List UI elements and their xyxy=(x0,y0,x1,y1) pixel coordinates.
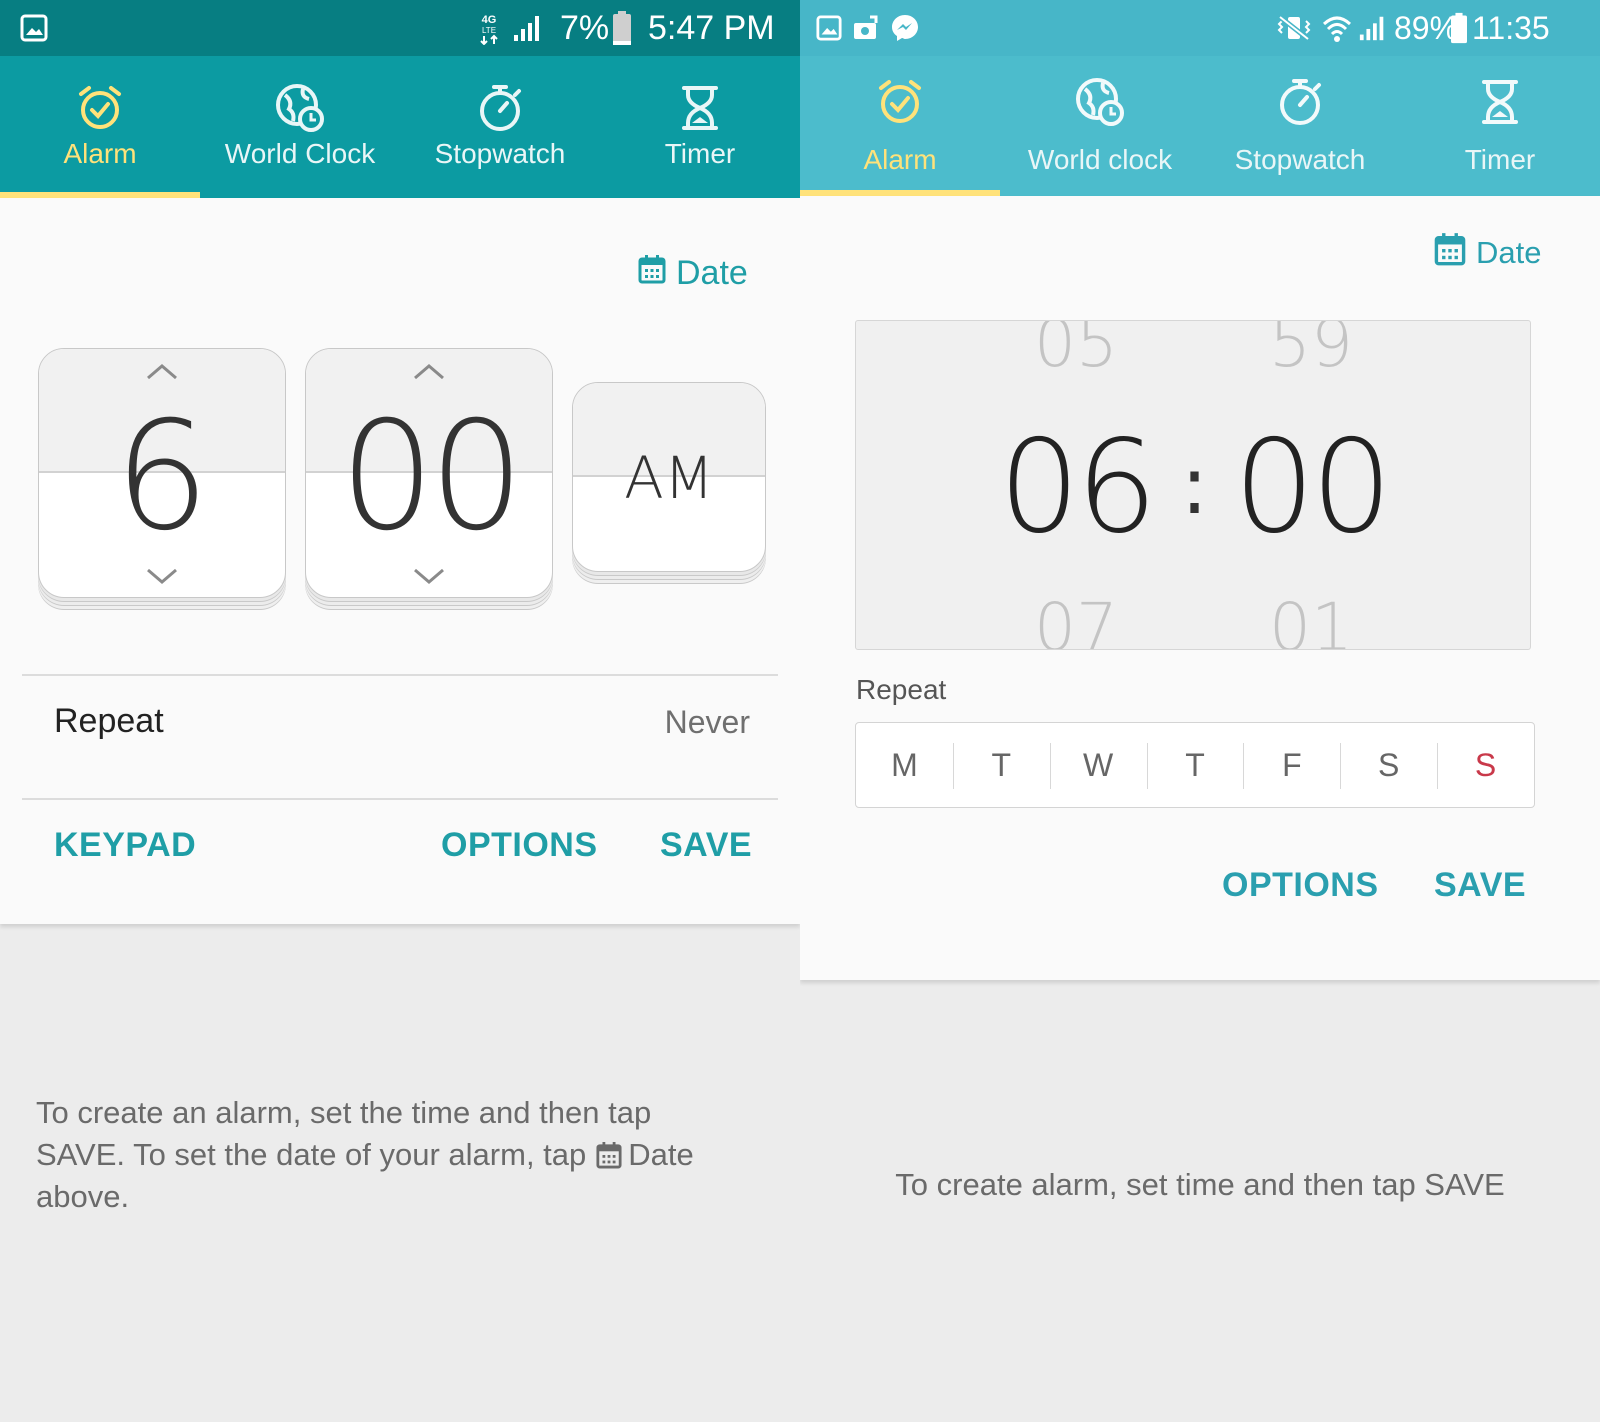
divider xyxy=(22,674,778,676)
wifi-icon xyxy=(1322,0,1352,56)
date-label: Date xyxy=(1476,235,1542,270)
day-friday[interactable]: F xyxy=(1243,723,1340,807)
tab-world-clock[interactable]: World clock xyxy=(1000,56,1200,196)
hour-value[interactable]: 06 xyxy=(986,413,1166,562)
chevron-up-icon[interactable] xyxy=(145,363,179,386)
hour-value: 6 xyxy=(114,390,210,564)
day-wednesday[interactable]: W xyxy=(1049,723,1147,807)
svg-text:4G: 4G xyxy=(482,14,497,26)
tab-stopwatch[interactable]: Stopwatch xyxy=(400,56,600,198)
chevron-down-icon[interactable] xyxy=(412,567,446,590)
minute-value[interactable]: 00 xyxy=(1221,413,1401,562)
battery-percent: 89% xyxy=(1394,9,1459,46)
day-thursday[interactable]: T xyxy=(1146,723,1244,807)
minute-value: 00 xyxy=(339,390,525,564)
divider xyxy=(22,798,778,800)
repeat-label: Repeat xyxy=(856,674,947,705)
ampm-value: AM xyxy=(624,444,714,512)
tab-bar: Alarm World Clock Stopwatch Timer xyxy=(0,56,800,198)
svg-text:LTE: LTE xyxy=(482,26,496,35)
day-sunday[interactable]: S xyxy=(1437,723,1534,807)
time-separator: : xyxy=(1181,439,1208,532)
tab-label: World clock xyxy=(1027,144,1173,175)
tab-stopwatch[interactable]: Stopwatch xyxy=(1200,56,1400,196)
save-button[interactable]: SAVE xyxy=(660,826,752,865)
minute-prev-value: 59 xyxy=(1269,320,1353,382)
battery-icon xyxy=(1450,0,1468,56)
date-button[interactable]: Date xyxy=(1434,232,1541,274)
minute-next-value: 01 xyxy=(1269,589,1353,650)
tab-timer[interactable]: Timer xyxy=(1400,56,1600,196)
tab-label: Timer xyxy=(664,138,736,169)
right-screen: 89% 11:35 Alarm World clock Stopwatch Ti… xyxy=(800,0,1600,1422)
stopwatch-icon xyxy=(477,80,523,136)
hour-picker[interactable]: 6 xyxy=(38,348,286,598)
tab-alarm[interactable]: Alarm xyxy=(800,56,1000,196)
repeat-days-selector: M T W T F S S xyxy=(855,722,1535,808)
alarm-editor-card: Date 6 00 AM Repeat Never KEYPAD OPTIONS… xyxy=(0,198,800,924)
tab-label: World Clock xyxy=(224,138,376,169)
chevron-down-icon[interactable] xyxy=(145,567,179,590)
globe-clock-icon xyxy=(1075,74,1125,130)
calendar-icon xyxy=(638,254,666,293)
tab-alarm[interactable]: Alarm xyxy=(0,56,200,198)
tab-label: Alarm xyxy=(63,138,137,169)
status-bar: 4G LTE 7% 5:47 PM xyxy=(0,0,800,56)
hourglass-icon xyxy=(1480,74,1520,130)
tab-timer[interactable]: Timer xyxy=(600,56,800,198)
hour-next-value: 07 xyxy=(1034,589,1118,650)
alarm-clock-icon xyxy=(877,74,923,130)
status-bar: 89% 11:35 xyxy=(800,0,1600,56)
gallery-notification-icon xyxy=(20,0,48,56)
tab-label: Stopwatch xyxy=(434,138,566,169)
tab-bar: Alarm World clock Stopwatch Timer xyxy=(800,56,1600,196)
date-button[interactable]: Date xyxy=(638,254,748,293)
keypad-button[interactable]: KEYPAD xyxy=(54,826,196,865)
calendar-icon xyxy=(1434,232,1466,274)
tab-label: Timer xyxy=(1464,144,1536,175)
left-screen: 4G LTE 7% 5:47 PM Alarm World Clock Stop… xyxy=(0,0,800,1422)
stopwatch-icon xyxy=(1277,74,1323,130)
tab-label: Alarm xyxy=(863,144,937,175)
status-time: 11:35 xyxy=(1472,9,1550,46)
ampm-picker[interactable]: AM xyxy=(572,382,766,572)
calendar-icon xyxy=(596,1141,622,1169)
chevron-up-icon[interactable] xyxy=(412,363,446,386)
time-wheel-picker[interactable]: 05 59 06 : 00 07 01 xyxy=(855,320,1531,650)
globe-clock-icon xyxy=(275,80,325,136)
hour-prev-value: 05 xyxy=(1034,320,1118,382)
day-monday[interactable]: M xyxy=(856,723,953,807)
save-button[interactable]: SAVE xyxy=(1434,866,1526,905)
options-button[interactable]: OPTIONS xyxy=(1222,866,1379,905)
alarm-clock-icon xyxy=(77,80,123,136)
battery-icon xyxy=(612,0,632,56)
status-time: 5:47 PM xyxy=(648,8,775,47)
day-saturday[interactable]: S xyxy=(1340,723,1437,807)
day-tuesday[interactable]: T xyxy=(952,723,1050,807)
lte-icon: 4G LTE xyxy=(478,0,500,56)
vibrate-mute-icon xyxy=(1274,0,1314,56)
hint-text: To create an alarm, set the time and the… xyxy=(36,1095,694,1214)
date-label: Date xyxy=(676,254,748,292)
tab-label: Stopwatch xyxy=(1234,144,1366,175)
signal-icon xyxy=(512,0,544,56)
repeat-value: Never xyxy=(664,704,750,740)
options-button[interactable]: OPTIONS xyxy=(441,826,598,865)
hint-text: To create alarm, set time and then tap S… xyxy=(895,1167,1505,1202)
repeat-label: Repeat xyxy=(54,702,164,740)
messenger-icon xyxy=(890,0,920,56)
tab-world-clock[interactable]: World Clock xyxy=(200,56,400,198)
battery-percent: 7% xyxy=(560,8,610,47)
hourglass-icon xyxy=(680,80,720,136)
alarm-editor-card: Date 05 59 06 : 00 07 01 Repeat M T W T … xyxy=(800,196,1600,980)
minute-picker[interactable]: 00 xyxy=(305,348,553,598)
gallery-notification-icon xyxy=(816,0,842,56)
photo-upload-icon xyxy=(852,0,880,56)
signal-icon xyxy=(1358,0,1388,56)
